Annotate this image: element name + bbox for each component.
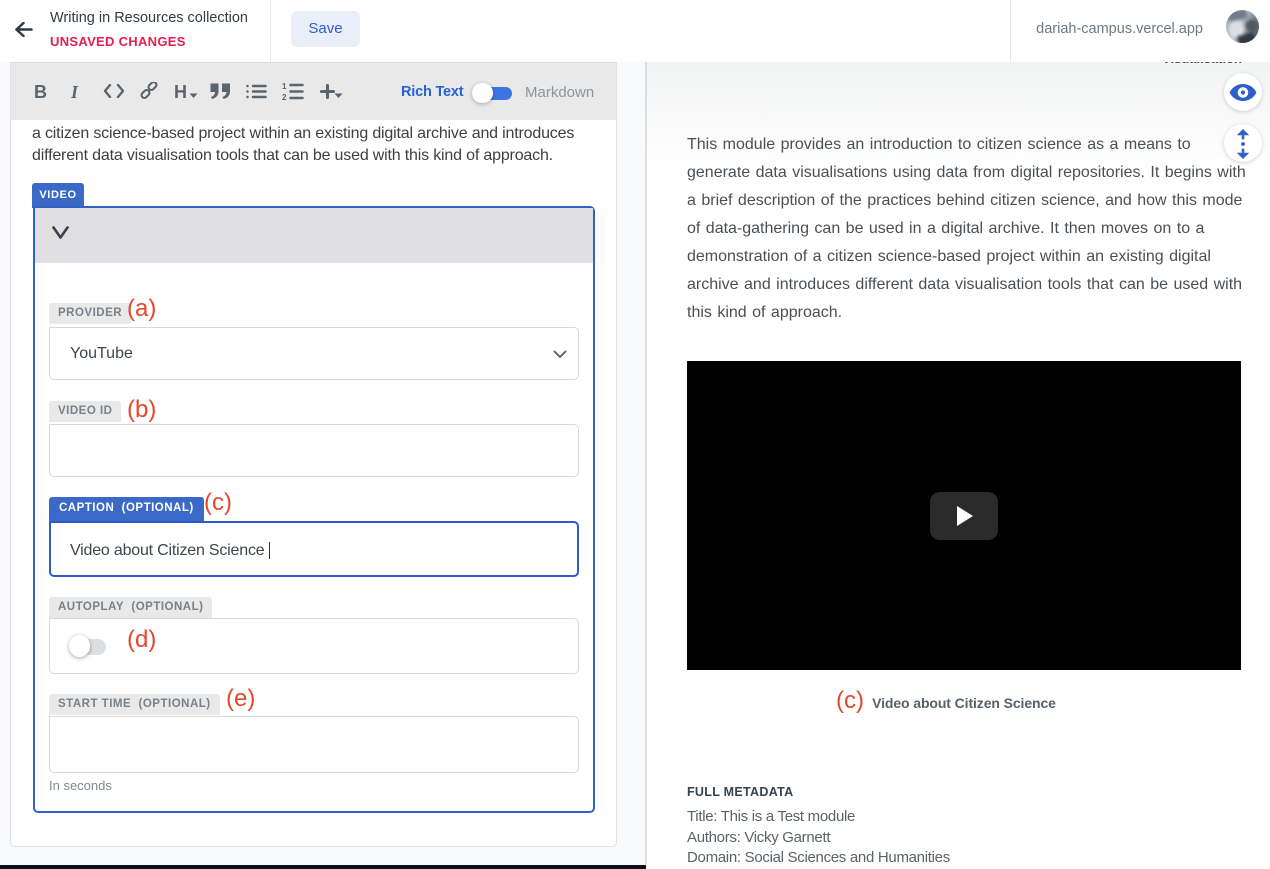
svg-text:2: 2 [282, 93, 287, 101]
svg-text:1: 1 [282, 82, 287, 91]
